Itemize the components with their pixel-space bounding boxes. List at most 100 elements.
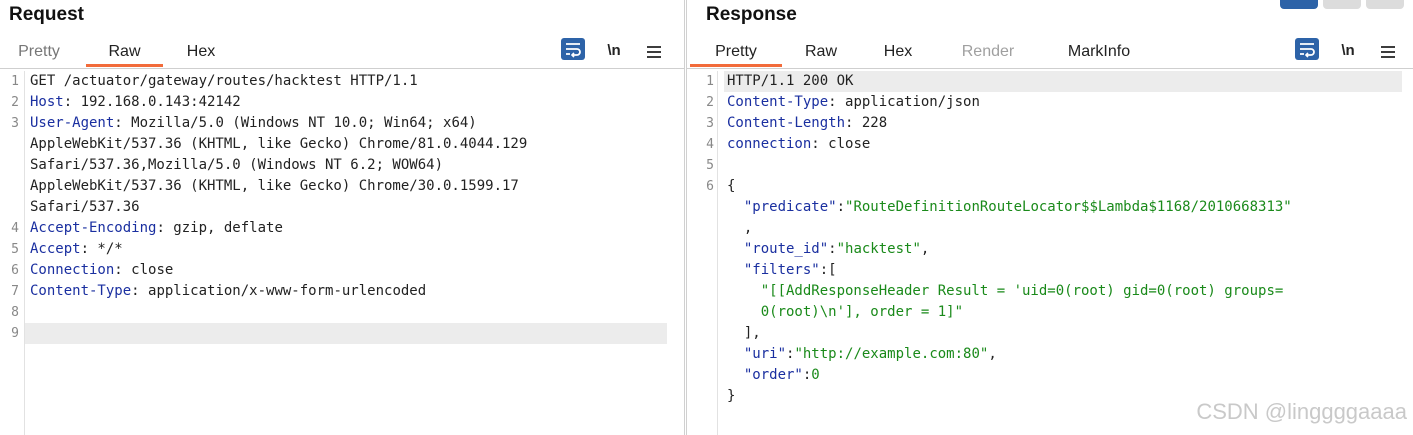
syntax-string: "[[AddResponseHeader Result = 'uid=0(roo… [727,283,1284,299]
layout-horizontal-button[interactable] [1323,0,1361,9]
syntax-text: } [727,388,736,404]
code-line: 3 User-Agent: Mozilla/5.0 (Windows NT 10.… [0,113,684,134]
code-line: 2 Host: 192.168.0.143:42142 [0,92,684,113]
code-line: AppleWebKit/537.36 (KHTML, like Gecko) C… [0,176,684,197]
syntax-text: : [828,241,837,257]
syntax-text: : application/json [828,94,980,110]
code-line: "[[AddResponseHeader Result = 'uid=0(roo… [687,281,1413,302]
line-text: User-Agent: Mozilla/5.0 (Windows NT 10.0… [30,113,477,134]
tab-raw[interactable]: Raw [86,38,163,67]
code-line: 2 Content-Type: application/json [687,92,1413,113]
syntax-text: : application/x-www-form-urlencoded [131,283,427,299]
tab-pretty[interactable]: Pretty [690,38,782,67]
menu-button[interactable] [1375,38,1401,66]
line-text: Safari/537.36,Mozilla/5.0 (Windows NT 6.… [30,155,443,176]
line-text: } [727,386,735,407]
code-line: Safari/537.36,Mozilla/5.0 (Windows NT 6.… [0,155,684,176]
syntax-key: "predicate" [727,199,837,215]
syntax-text: Safari/537.36 [30,199,140,215]
tab-render[interactable]: Render [951,38,1025,67]
code-line: 1 HTTP/1.1 200 OK [706,71,1402,92]
line-number: 6 [11,263,19,278]
watermark: CSDN @linggggaaaa [1196,399,1407,424]
tab-pretty[interactable]: Pretty [8,38,70,67]
response-tabs: Pretty Raw Hex Render MarkInfo \n [687,38,1413,69]
syntax-text: : gzip, deflate [156,220,283,236]
syntax-text: AppleWebKit/537.36 (KHTML, like Gecko) C… [30,178,519,194]
line-number: 1 [706,74,714,89]
syntax-text: , [988,346,997,362]
code-line: 0(root)\n'], order = 1]" [687,302,1413,323]
hamburger-menu-icon [1381,46,1395,58]
line-text: 0(root)\n'], order = 1]" [727,302,963,323]
wrap-lines-button[interactable] [560,38,586,66]
syntax-text: : */* [80,241,123,257]
code-line: , [687,218,1413,239]
syntax-key: "uri" [727,346,787,362]
line-number: 2 [11,95,19,110]
code-line: "uri":"http://example.com:80", [687,344,1413,365]
code-line: 9 [11,323,667,344]
wrap-lines-icon [561,38,585,60]
newline-toggle-button[interactable]: \n [1335,38,1361,66]
syntax-string: "RouteDefinitionRouteLocator$$Lambda$116… [845,199,1292,215]
line-text: Connection: close [30,260,173,281]
line-text: Content-Length: 228 [727,113,887,134]
code-line: "order":0 [687,365,1413,386]
request-pane: Request Pretty Raw Hex \n 1 GET /actuator… [0,0,685,435]
syntax-key: Host [30,94,64,110]
syntax-text: : close [114,262,174,278]
response-title: Response [706,4,797,25]
request-tabs: Pretty Raw Hex \n [0,38,684,69]
code-line: AppleWebKit/537.36 (KHTML, like Gecko) C… [0,134,684,155]
syntax-key: Connection [30,262,115,278]
syntax-string: 0 [811,367,820,383]
code-line: 1 GET /actuator/gateway/routes/hacktest H… [0,71,684,92]
line-text: "route_id":"hacktest", [727,239,929,260]
syntax-key: Content-Length [727,115,846,131]
code-line: 5 [687,155,1413,176]
tab-raw[interactable]: Raw [795,38,847,67]
line-text: "filters":[ [727,260,837,281]
line-number: 6 [706,179,714,194]
syntax-text: Safari/537.36,Mozilla/5.0 (Windows NT 6.… [30,157,444,173]
request-editor[interactable]: 1 GET /actuator/gateway/routes/hacktest H… [0,71,684,435]
line-text: connection: close [727,134,870,155]
syntax-key: Accept-Encoding [30,220,157,236]
syntax-key: "route_id" [727,241,829,257]
code-line: "route_id":"hacktest", [687,239,1413,260]
line-number: 1 [11,74,19,89]
line-text: HTTP/1.1 200 OK [727,71,853,92]
hamburger-menu-icon [647,46,661,58]
code-line: "predicate":"RouteDefinitionRouteLocator… [687,197,1413,218]
response-editor[interactable]: 1 HTTP/1.1 200 OK 2 Content-Type: applicati… [687,71,1413,435]
tab-markinfo[interactable]: MarkInfo [1055,38,1143,67]
syntax-text: HTTP/1.1 200 OK [727,73,854,89]
line-number: 3 [11,116,19,131]
code-line: "filters":[ [687,260,1413,281]
layout-split-button[interactable] [1280,0,1318,9]
code-line: 3 Content-Length: 228 [687,113,1413,134]
syntax-key: Content-Type [727,94,829,110]
newline-toggle-button[interactable]: \n [601,38,627,66]
menu-button[interactable] [641,38,667,66]
syntax-text: : close [811,136,871,152]
layout-vertical-button[interactable] [1366,0,1404,9]
response-pane: Response Pretty Raw Hex Render MarkInfo … [686,0,1413,435]
line-number: 9 [11,326,19,341]
code-line: 7 Content-Type: application/x-www-form-ur… [0,281,684,302]
line-number: 4 [706,137,714,152]
syntax-key: Content-Type [30,283,132,299]
tab-hex[interactable]: Hex [176,38,226,67]
wrap-lines-button[interactable] [1294,38,1320,66]
syntax-text: : 228 [845,115,888,131]
line-text: Content-Type: application/json [727,92,980,113]
syntax-text: : [836,199,846,215]
line-text: ], [727,323,761,344]
code-line: ], [687,323,1413,344]
tab-hex[interactable]: Hex [873,38,923,67]
syntax-text: GET /actuator/gateway/routes/hacktest HT… [30,73,418,89]
syntax-key: User-Agent [30,115,115,131]
code-line: 4 connection: close [687,134,1413,155]
syntax-text: ], [727,325,761,341]
